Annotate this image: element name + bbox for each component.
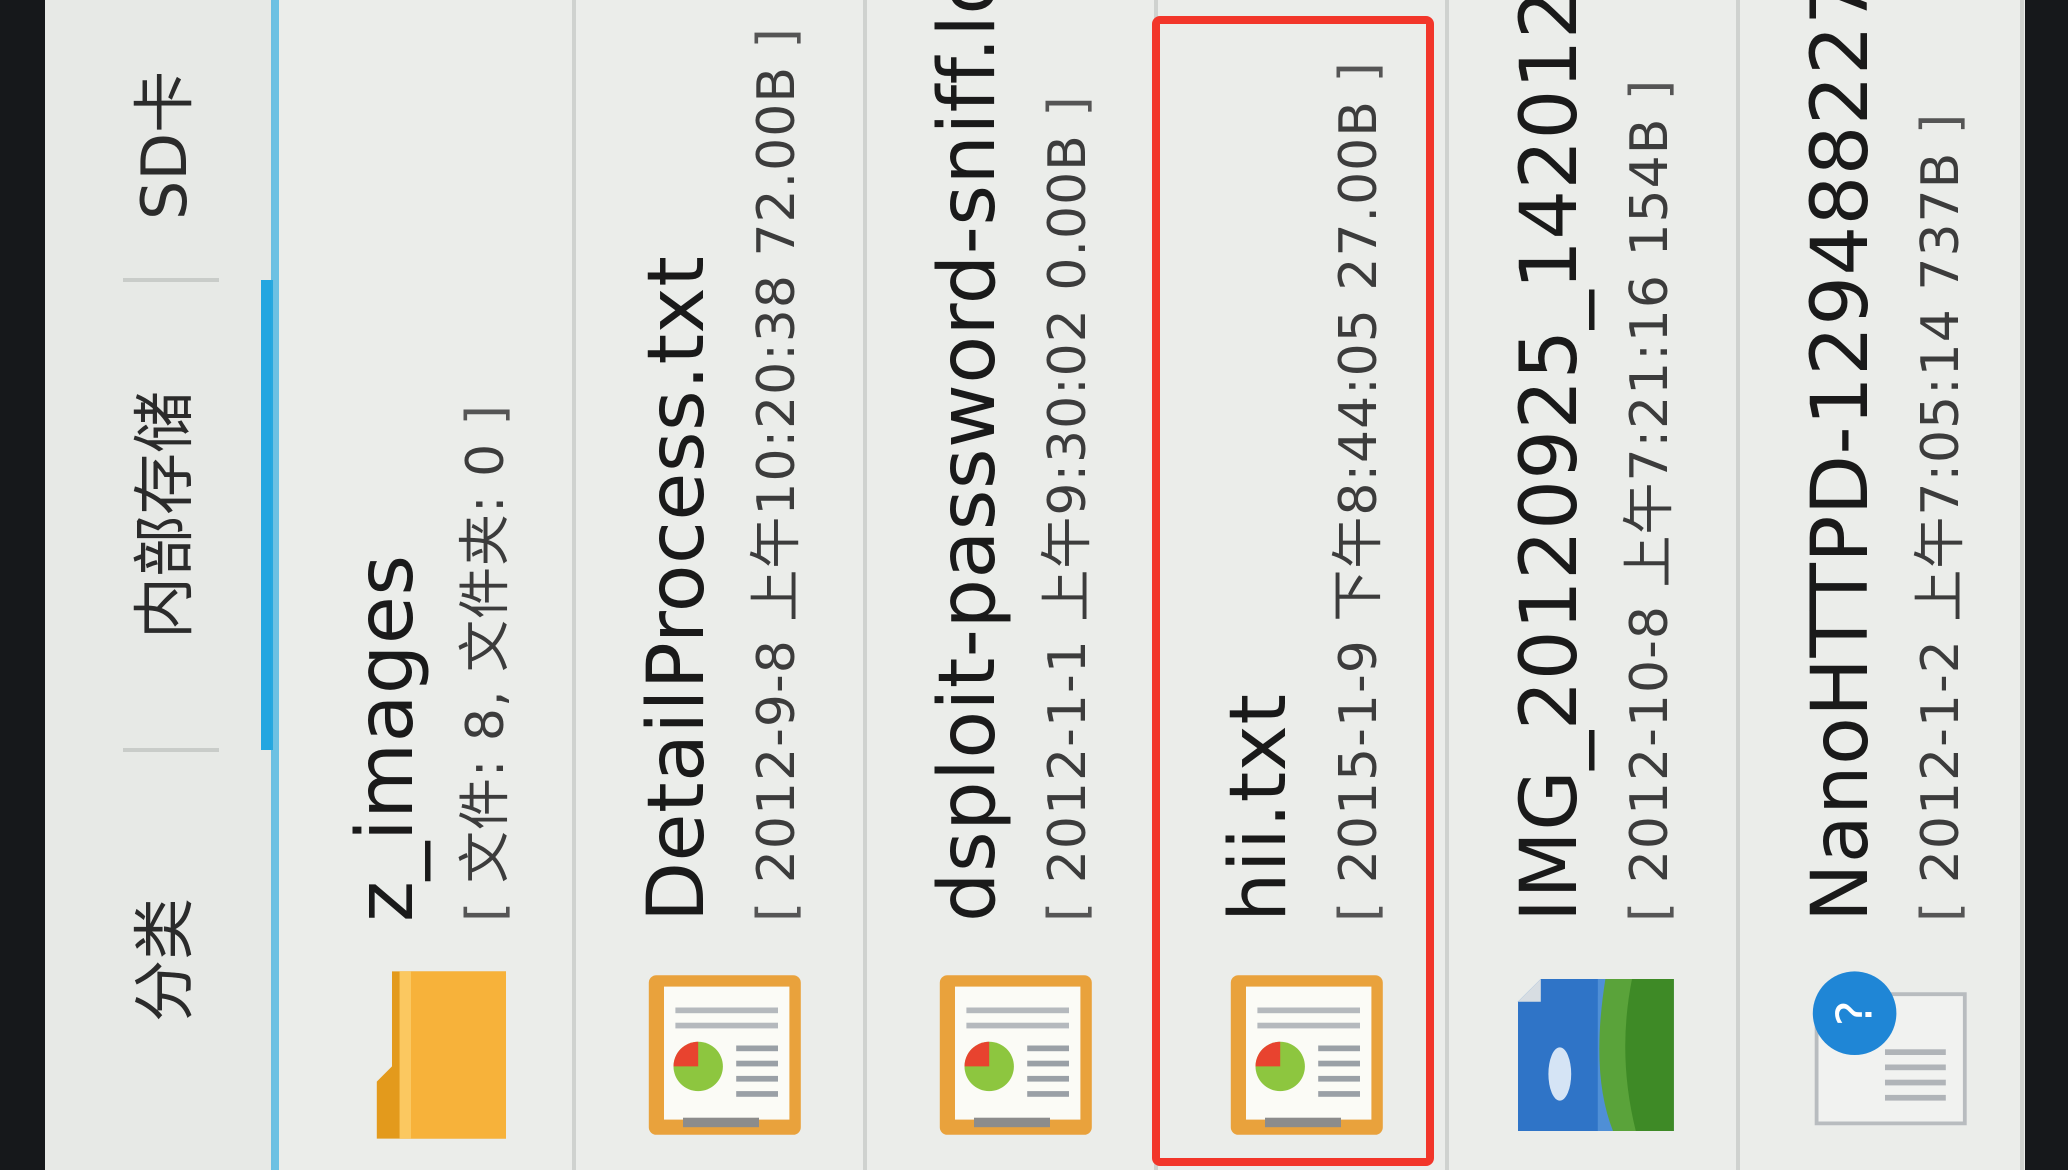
document-icon [626, 960, 816, 1150]
tab-category[interactable]: 分类 [45, 750, 273, 1170]
tab-bar-rail [271, 0, 279, 1170]
storage-tab-bar: 分类 内部存储 SD卡 [45, 0, 273, 1170]
file-meta-text: 2015-1-9 下午8:44:05 27.00B [1329, 100, 1389, 884]
file-meta: [ 2012-1-1 上午9:30:02 0.00B ] [1038, 95, 1098, 922]
file-meta-text: 2012-10-8 上午7:21:16 154B [1620, 117, 1680, 884]
file-meta: [ 2012-1-2 上午7:05:14 737B ] [1911, 112, 1971, 922]
list-item[interactable]: hii.txt [ 2015-1-9 下午8:44:05 27.00B ] [1152, 0, 1449, 1170]
list-item[interactable]: dsploit-password-sniff.log [ 2012-1-1 上午… [867, 0, 1158, 1170]
file-name: IMG_20120925_142012.jpg [1505, 0, 1595, 922]
file-name: NanoHTTPD-1294882279 [1796, 0, 1886, 922]
unknown-file-icon: ? [1790, 960, 1980, 1150]
file-list: z_images [ 文件: 8, 文件夹: 0 ] DetailProcess… [285, 0, 2024, 1170]
tab-sd-card[interactable]: SD卡 [45, 0, 273, 280]
file-meta: [ 2012-10-8 上午7:21:16 154B ] [1620, 78, 1680, 922]
document-icon [917, 960, 1107, 1150]
file-meta-text: 2012-9-8 上午10:20:38 72.00B [747, 65, 807, 884]
file-name: z_images [341, 554, 431, 922]
file-meta-text: 2012-1-2 上午7:05:14 737B [1911, 151, 1971, 884]
folder-icon [335, 960, 525, 1150]
file-name: dsploit-password-sniff.log [923, 0, 1013, 922]
list-item[interactable]: ? NanoHTTPD-1294882279 [ 2012-1-2 上午7:05… [1740, 0, 2024, 1170]
file-meta: [ 文件: 8, 文件夹: 0 ] [456, 404, 516, 922]
file-meta-text: 2012-1-1 上午9:30:02 0.00B [1038, 134, 1098, 884]
list-item[interactable]: IMG_20120925_142012.jpg [ 2012-10-8 上午7:… [1449, 0, 1740, 1170]
file-meta-text: 文件: 8, 文件夹: 0 [456, 442, 516, 884]
phone-screen: 分类 内部存储 SD卡 z_images [ 文件: 8, 文件夹: 0 ] D… [45, 0, 2025, 1170]
file-manager-app: 分类 内部存储 SD卡 z_images [ 文件: 8, 文件夹: 0 ] D… [45, 0, 2025, 1170]
list-item[interactable]: DetailProcess.txt [ 2012-9-8 上午10:20:38 … [576, 0, 867, 1170]
list-item[interactable]: z_images [ 文件: 8, 文件夹: 0 ] [285, 0, 576, 1170]
file-meta: [ 2015-1-9 下午8:44:05 27.00B ] [1329, 61, 1389, 922]
file-name: hii.txt [1214, 693, 1304, 922]
image-icon [1499, 960, 1689, 1150]
svg-text:?: ? [1826, 1000, 1884, 1026]
file-name: DetailProcess.txt [632, 255, 722, 922]
file-meta: [ 2012-9-8 上午10:20:38 72.00B ] [747, 27, 807, 922]
tab-internal-storage[interactable]: 内部存储 [45, 280, 273, 750]
document-icon [1208, 960, 1398, 1150]
